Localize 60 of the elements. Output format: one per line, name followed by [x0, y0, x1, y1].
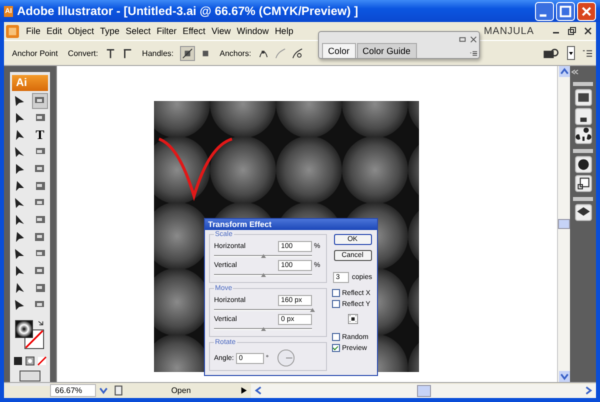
handles-label: Handles:	[142, 48, 174, 58]
maximize-button[interactable]	[556, 2, 575, 20]
zoom-field[interactable]: 66.67%	[50, 384, 96, 397]
reference-point-icon[interactable]	[348, 314, 358, 324]
close-icon[interactable]	[469, 35, 478, 44]
minimize-button[interactable]	[535, 2, 554, 20]
gradient-mode-icon[interactable]	[25, 356, 35, 366]
menu-item[interactable]: Effect	[180, 26, 208, 36]
page-icon[interactable]	[113, 385, 124, 396]
camera-icon[interactable]	[541, 46, 561, 60]
close-icon[interactable]	[583, 26, 593, 36]
menu-item[interactable]: Select	[122, 26, 154, 36]
type-tool[interactable]: T	[36, 128, 44, 142]
minimize-icon[interactable]	[458, 35, 467, 44]
menu-item[interactable]: View	[208, 26, 234, 36]
scroll-up-icon[interactable]	[558, 66, 570, 77]
panel-tab[interactable]: Color	[322, 43, 356, 58]
scroll-down-icon[interactable]	[558, 371, 570, 382]
cut-path-icon[interactable]	[291, 46, 304, 60]
menu-item[interactable]: File	[23, 26, 44, 36]
appearance-icon[interactable]	[574, 156, 592, 173]
slider-thumb[interactable]	[261, 254, 266, 258]
status-text: Open	[170, 386, 192, 395]
menu-item[interactable]: Edit	[44, 26, 66, 36]
scroll-right-icon[interactable]	[583, 385, 594, 396]
layers-icon[interactable]	[574, 204, 592, 221]
window-title: Adobe Illustrator - [Untitled-3.ai @ 66.67% (CMYK/Preview) ]	[17, 4, 358, 18]
scroll-left-icon[interactable]	[253, 385, 264, 396]
graphic-styles-icon[interactable]	[574, 175, 592, 192]
slider-thumb[interactable]	[261, 273, 266, 277]
screen-mode-icon[interactable]	[19, 370, 41, 382]
anchors-label: Anchors:	[220, 48, 252, 58]
color-mode-icon[interactable]	[13, 356, 23, 366]
workspace-name: MANJULA	[484, 26, 534, 36]
tool-name: Anchor Point	[12, 48, 58, 58]
collapse-icon[interactable]	[570, 69, 580, 75]
horizontal-scrollbar[interactable]	[251, 384, 596, 398]
menu-item[interactable]: Help	[272, 26, 296, 36]
scroll-thumb[interactable]	[558, 219, 570, 229]
vertical-scrollbar[interactable]	[557, 66, 570, 382]
none-mode-icon[interactable]	[37, 356, 47, 366]
app-logo: Ai	[12, 75, 48, 91]
menu-item[interactable]: Window	[234, 26, 272, 36]
app-logo-icon	[6, 24, 19, 38]
swatches-icon[interactable]	[574, 89, 592, 106]
panel-tab[interactable]: Color Guide	[356, 43, 417, 58]
convert-label: Convert:	[68, 48, 98, 58]
menu-item[interactable]: Object	[65, 26, 98, 36]
close-button[interactable]	[577, 2, 596, 20]
restore-icon[interactable]	[567, 26, 577, 36]
menu-item[interactable]: Filter	[154, 26, 180, 36]
zoom-dropdown-icon[interactable]	[98, 385, 109, 396]
slider-thumb[interactable]	[310, 308, 315, 312]
fill-stroke-swatches-icon[interactable]	[13, 318, 47, 352]
show-handles-icon[interactable]	[180, 46, 195, 60]
dropdown-icon[interactable]	[567, 46, 575, 60]
slider-thumb[interactable]	[261, 327, 266, 331]
scroll-thumb[interactable]	[416, 384, 430, 396]
dialog-title: Transform Effect	[205, 219, 377, 230]
menu-item[interactable]: Type	[97, 26, 123, 36]
